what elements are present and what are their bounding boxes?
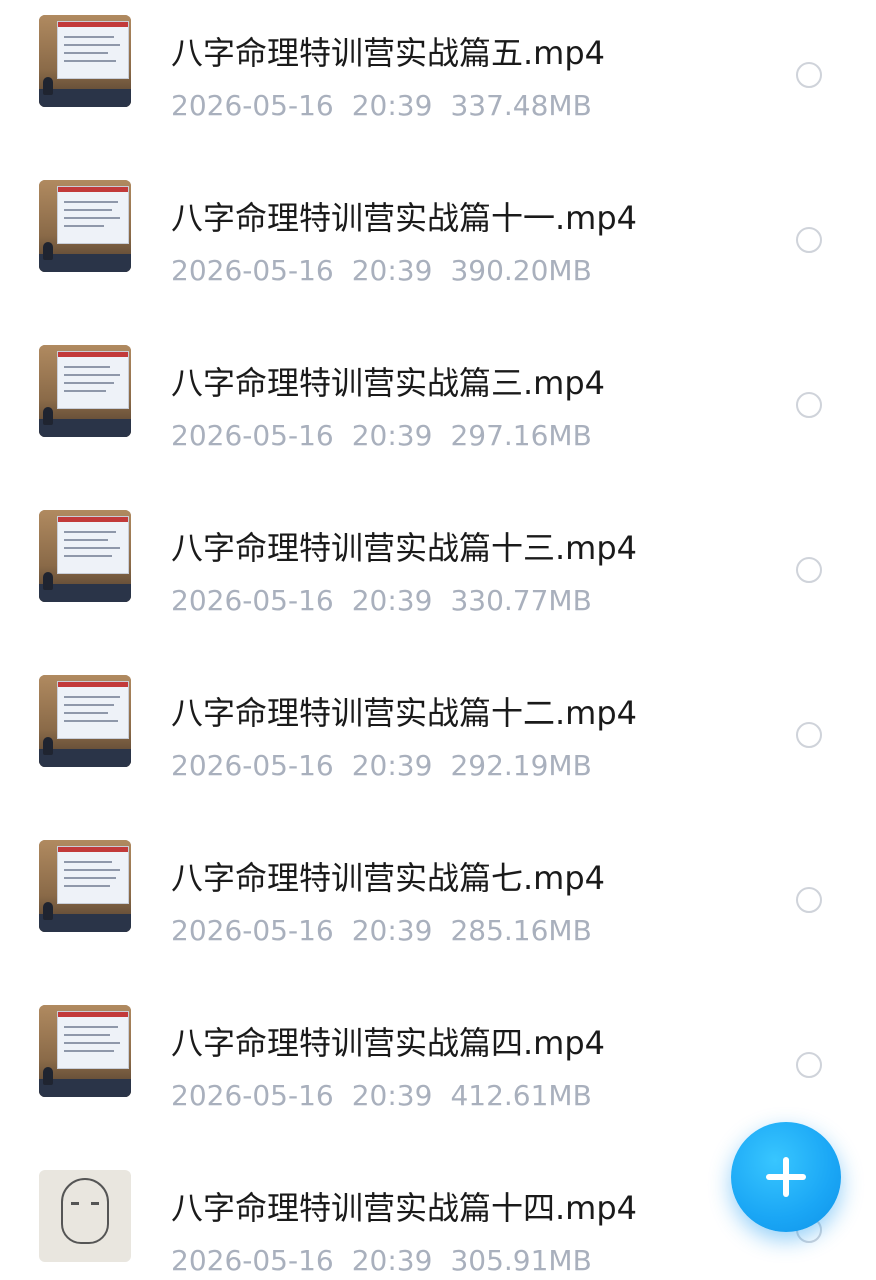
- video-thumbnail: [39, 345, 131, 437]
- file-name: 八字命理特训营实战篇七.mp4: [171, 859, 606, 897]
- file-name: 八字命理特训营实战篇五.mp4: [171, 34, 606, 72]
- video-thumbnail: [39, 180, 131, 272]
- add-fab-button[interactable]: [731, 1122, 841, 1232]
- video-thumbnail: [39, 15, 131, 107]
- file-size: 292.19MB: [450, 749, 592, 782]
- file-size: 390.20MB: [450, 254, 592, 287]
- file-row[interactable]: 八字命理特训营实战篇十二.mp4 2026-05-16 20:39 292.19MB: [0, 675, 876, 840]
- file-time: 20:39: [351, 749, 433, 782]
- file-date: 2026-05-16: [171, 749, 334, 782]
- file-size: 305.91MB: [450, 1244, 592, 1277]
- file-name: 八字命理特训营实战篇十四.mp4: [171, 1189, 638, 1227]
- file-name: 八字命理特训营实战篇十一.mp4: [171, 199, 638, 237]
- file-size: 330.77MB: [450, 584, 592, 617]
- file-name: 八字命理特训营实战篇四.mp4: [171, 1024, 606, 1062]
- select-radio[interactable]: [796, 392, 822, 418]
- file-time: 20:39: [351, 89, 433, 122]
- file-date: 2026-05-16: [171, 89, 334, 122]
- file-list: 八字命理特训营实战篇五.mp4 2026-05-16 20:39 337.48MB …: [0, 0, 876, 1280]
- file-time: 20:39: [351, 1079, 433, 1112]
- file-meta: 2026-05-16 20:39 390.20MB: [171, 253, 610, 289]
- select-radio[interactable]: [796, 722, 822, 748]
- file-meta: 2026-05-16 20:39 330.77MB: [171, 583, 610, 619]
- file-time: 20:39: [351, 584, 433, 617]
- file-row[interactable]: 八字命理特训营实战篇七.mp4 2026-05-16 20:39 285.16MB: [0, 840, 876, 1005]
- select-radio[interactable]: [796, 62, 822, 88]
- video-thumbnail: [39, 675, 131, 767]
- file-date: 2026-05-16: [171, 419, 334, 452]
- video-thumbnail: [39, 840, 131, 932]
- file-row[interactable]: 八字命理特训营实战篇三.mp4 2026-05-16 20:39 297.16MB: [0, 345, 876, 510]
- video-thumbnail: [39, 1170, 131, 1262]
- file-name: 八字命理特训营实战篇十三.mp4: [171, 529, 638, 567]
- file-date: 2026-05-16: [171, 1079, 334, 1112]
- file-date: 2026-05-16: [171, 914, 334, 947]
- file-size: 285.16MB: [450, 914, 592, 947]
- select-radio[interactable]: [796, 1052, 822, 1078]
- file-name: 八字命理特训营实战篇十二.mp4: [171, 694, 638, 732]
- select-radio[interactable]: [796, 227, 822, 253]
- file-row[interactable]: 八字命理特训营实战篇五.mp4 2026-05-16 20:39 337.48MB: [0, 15, 876, 180]
- select-radio[interactable]: [796, 887, 822, 913]
- file-meta: 2026-05-16 20:39 412.61MB: [171, 1078, 610, 1114]
- file-size: 412.61MB: [450, 1079, 592, 1112]
- video-thumbnail: [39, 1005, 131, 1097]
- file-date: 2026-05-16: [171, 584, 334, 617]
- file-meta: 2026-05-16 20:39 292.19MB: [171, 748, 610, 784]
- file-meta: 2026-05-16 20:39 285.16MB: [171, 913, 610, 949]
- file-date: 2026-05-16: [171, 1244, 334, 1277]
- file-name: 八字命理特训营实战篇三.mp4: [171, 364, 606, 402]
- video-thumbnail: [39, 510, 131, 602]
- select-radio[interactable]: [796, 557, 822, 583]
- file-time: 20:39: [351, 914, 433, 947]
- file-meta: 2026-05-16 20:39 305.91MB: [171, 1243, 610, 1279]
- file-size: 297.16MB: [450, 419, 592, 452]
- file-row[interactable]: 八字命理特训营实战篇十一.mp4 2026-05-16 20:39 390.20MB: [0, 180, 876, 345]
- file-time: 20:39: [351, 254, 433, 287]
- file-date: 2026-05-16: [171, 254, 334, 287]
- file-row[interactable]: 八字命理特训营实战篇十三.mp4 2026-05-16 20:39 330.77MB: [0, 510, 876, 675]
- file-time: 20:39: [351, 1244, 433, 1277]
- file-time: 20:39: [351, 419, 433, 452]
- file-size: 337.48MB: [450, 89, 592, 122]
- file-meta: 2026-05-16 20:39 337.48MB: [171, 88, 610, 124]
- file-meta: 2026-05-16 20:39 297.16MB: [171, 418, 610, 454]
